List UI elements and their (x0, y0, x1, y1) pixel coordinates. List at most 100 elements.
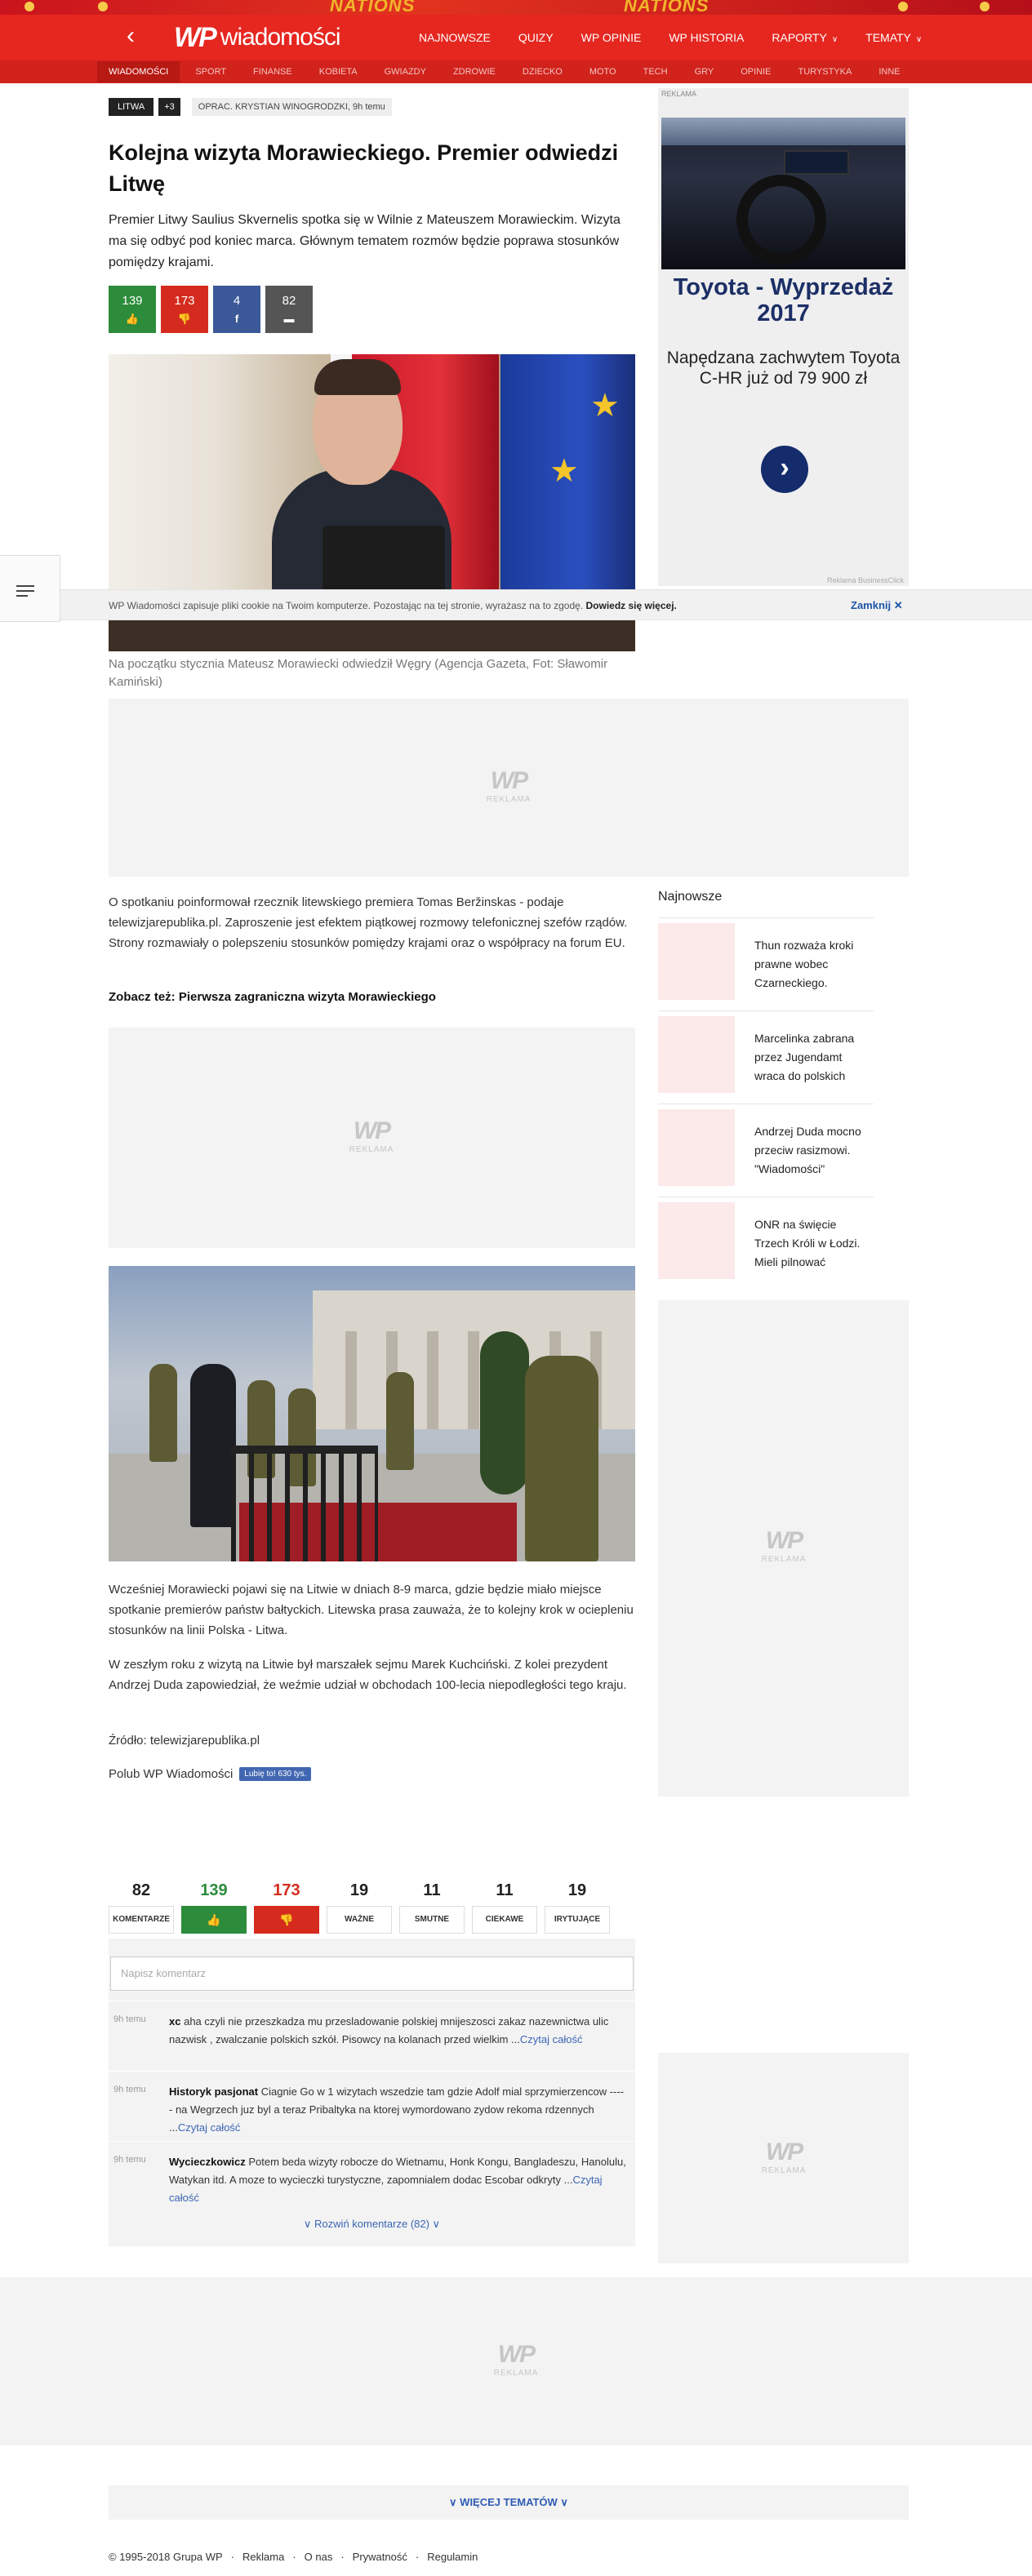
dislike-button[interactable]: 173 👎 (161, 286, 208, 333)
comment-author: xc (169, 2015, 181, 2027)
ad-placeholder-2[interactable]: WP REKLAMA (109, 1028, 635, 1248)
subnav-gry[interactable]: GRY (695, 67, 714, 77)
nav-wp-historia[interactable]: WP HISTORIA (669, 31, 744, 44)
thumbs-down-icon: 👎 (177, 313, 192, 325)
footer-reklama-link[interactable]: Reklama (242, 2551, 284, 2563)
ad-placeholder-sidebar-2[interactable]: WP REKLAMA (658, 2053, 909, 2263)
subnav-inne[interactable]: INNE (879, 67, 900, 77)
footer-terms-link[interactable]: Regulamin (427, 2551, 478, 2563)
promo-ball-icon (980, 2, 990, 11)
footer-privacy-link[interactable]: Prywatność (353, 2551, 407, 2563)
count-value: 19 (567, 1881, 587, 1899)
news-title: ONR na święcie Trzech Króli w Łodzi. Mie… (754, 1218, 861, 1268)
ad-arrow-button[interactable]: › (761, 446, 808, 493)
wp-ad-logo: WP REKLAMA (761, 2139, 807, 2175)
comment-bubble-icon: ▬ (283, 313, 295, 325)
news-title: Thun rozważa kroki prawne wobec Czarneck… (754, 939, 854, 989)
more-topics-button[interactable]: ∨ WIĘCEJ TEMATÓW ∨ (109, 2485, 909, 2520)
reaction-buttons: 139 👍 173 👎 4 f 82 ▬ (109, 286, 318, 333)
count-label: CIEKAWE (472, 1906, 537, 1934)
sidebar-item[interactable]: ONR na święcie Trzech Króli w Łodzi. Mie… (658, 1197, 874, 1290)
subnav-moto[interactable]: MOTO (589, 67, 616, 77)
read-more-link[interactable]: Czytaj całość (520, 2033, 583, 2045)
side-menu-tab[interactable] (0, 555, 60, 622)
facebook-icon: f (234, 313, 239, 325)
ad-placeholder-bottom[interactable]: WP REKLAMA (0, 2277, 1032, 2445)
count-wazne[interactable]: 19 WAŻNE (327, 1881, 392, 1934)
count-comments[interactable]: 82 KOMENTARZE (109, 1881, 174, 1934)
comment-author: Wycieczkowicz (169, 2156, 246, 2168)
read-more-link[interactable]: Czytaj całość (178, 2121, 241, 2134)
thumbs-up-icon: 👍 (181, 1906, 247, 1934)
subnav-sport[interactable]: SPORT (195, 67, 226, 77)
footer: © 1995-2018 Grupa WP · Reklama · O nas ·… (109, 2551, 478, 2563)
comments-button[interactable]: 82 ▬ (265, 286, 313, 333)
count-value: 11 (496, 1881, 514, 1899)
facebook-like-button[interactable]: Lubię to! 630 tys. (239, 1767, 312, 1781)
nav-raporty[interactable]: RAPORTY ∨ (772, 31, 838, 44)
like-count: 139 (122, 294, 143, 308)
back-arrow-icon[interactable]: ‹ (127, 24, 149, 48)
subnav-zdrowie[interactable]: ZDROWIE (453, 67, 496, 77)
main-nav: NAJNOWSZE QUIZY WP OPINIE WP HISTORIA RA… (419, 15, 950, 60)
nav-tematy[interactable]: TEMATY ∨ (865, 31, 922, 44)
cookie-bar: WP Wiadomości zapisuje pliki cookie na T… (0, 589, 1032, 620)
tag-more[interactable]: +3 (158, 98, 180, 116)
comment-input[interactable]: Napisz komentarz (110, 1956, 634, 1991)
sidebar-item[interactable]: Andrzej Duda mocno przeciw rasizmowi. "W… (658, 1104, 874, 1197)
subnav-finanse[interactable]: FINANSE (253, 67, 292, 77)
thumbs-down-icon: 👎 (254, 1906, 319, 1934)
subnav-turystyka[interactable]: TURYSTYKA (798, 67, 852, 77)
chevron-down-icon: ∨ (831, 35, 838, 44)
logo-name: wiadomości (220, 24, 341, 51)
count-value: 11 (423, 1881, 441, 1899)
news-thumbnail (658, 1202, 735, 1279)
tag-litwa[interactable]: LITWA (109, 98, 154, 116)
sidebar-item[interactable]: Marcelinka zabrana przez Jugendamt wraca… (658, 1010, 874, 1104)
nav-quizy[interactable]: QUIZY (518, 31, 554, 44)
cookie-text: WP Wiadomości zapisuje pliki cookie na T… (109, 600, 677, 611)
subnav-kobieta[interactable]: KOBIETA (319, 67, 358, 77)
category-nav: WIADOMOŚCI SPORT FINANSE KOBIETA GWIAZDY… (0, 60, 1032, 83)
like-button[interactable]: 139 👍 (109, 286, 156, 333)
share-count: 4 (233, 294, 241, 308)
footer-about-link[interactable]: O nas (305, 2551, 333, 2563)
nav-wp-opinie[interactable]: WP OPINIE (581, 31, 642, 44)
count-label: SMUTNE (399, 1906, 465, 1934)
count-smutne[interactable]: 11 SMUTNE (399, 1881, 465, 1934)
article-photo-2 (109, 1266, 635, 1561)
subnav-wiadomosci[interactable]: WIADOMOŚCI (97, 61, 180, 82)
expand-comments-button[interactable]: ∨ Rozwiń komentarze (82) ∨ (109, 2218, 635, 2231)
ad-placeholder-sidebar-1[interactable]: WP REKLAMA (658, 1300, 909, 1797)
comment-item: 9h temu xc aha czyli nie przeszkadza mu … (109, 2001, 635, 2049)
cookie-close-button[interactable]: Zamknij ✕ (851, 599, 903, 612)
comment-item: 9h temu Historyk pasjonat Ciagnie Go w 1… (109, 2071, 635, 2137)
comments-section: Napisz komentarz 9h temu xc aha czyli ni… (109, 1939, 635, 2246)
promo-strip[interactable]: NATIONS NATIONS (0, 0, 1032, 15)
facebook-share-button[interactable]: 4 f (213, 286, 260, 333)
count-ciekawe[interactable]: 11 CIEKAWE (472, 1881, 537, 1934)
article-paragraph-3: W zeszłym roku z wizytą na Litwie był ma… (109, 1658, 627, 1692)
chevron-down-icon: ∨ (915, 35, 923, 44)
see-also-link[interactable]: Zobacz też: Pierwsza zagraniczna wizyta … (109, 990, 436, 1004)
nav-najnowsze[interactable]: NAJNOWSZE (419, 31, 491, 44)
count-dislikes[interactable]: 173 👎 (254, 1881, 319, 1934)
subnav-tech[interactable]: TECH (643, 67, 668, 77)
news-thumbnail (658, 1109, 735, 1186)
main-navbar: ‹ WP wiadomości NAJNOWSZE QUIZY WP OPINI… (0, 15, 1032, 60)
promo-ball-icon (24, 2, 34, 11)
subnav-dziecko[interactable]: DZIECKO (523, 67, 563, 77)
wp-ad-logo: WP REKLAMA (761, 1527, 807, 1564)
site-logo[interactable]: WP wiadomości (174, 21, 341, 54)
sidebar-item[interactable]: Thun rozważa kroki prawne wobec Czarneck… (658, 917, 874, 1010)
logo-wp: WP (174, 21, 217, 53)
subnav-opinie[interactable]: OPINIE (741, 67, 771, 77)
subnav-gwiazdy[interactable]: GWIAZDY (385, 67, 426, 77)
ad-label: REKLAMA (661, 90, 697, 98)
comment-author: Historyk pasjonat (169, 2085, 259, 2098)
toyota-ad[interactable]: REKLAMA Toyota - Wyprzedaż 2017 Napędzan… (658, 88, 909, 586)
ad-placeholder-1[interactable]: WP REKLAMA (109, 699, 909, 877)
count-likes[interactable]: 139 👍 (181, 1881, 247, 1934)
count-irytujace[interactable]: 19 IRYTUJĄCE (545, 1881, 610, 1934)
cookie-more-link[interactable]: Dowiedz się więcej. (586, 600, 677, 611)
